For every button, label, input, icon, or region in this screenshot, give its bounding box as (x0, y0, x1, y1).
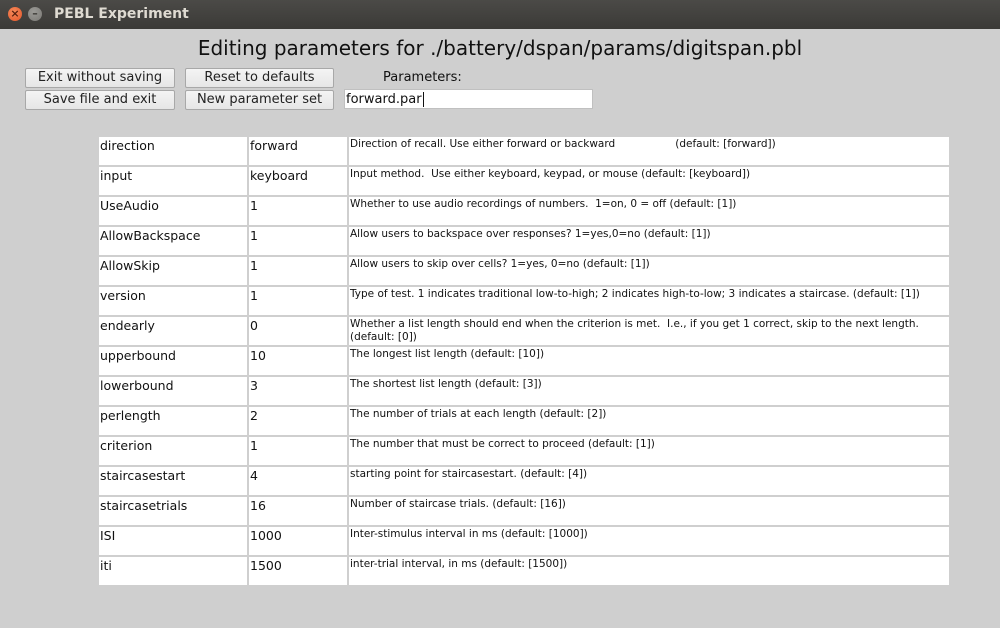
parameter-value-field[interactable]: keyboard (249, 167, 347, 195)
parameter-description: The longest list length (default: [10]) (349, 347, 949, 375)
parameter-value-field[interactable]: 0 (249, 317, 347, 345)
parameter-value-field[interactable]: 1 (249, 287, 347, 315)
parameter-row: iti 1500 inter-trial interval, in ms (defa… (99, 557, 949, 587)
parameter-name: lowerbound (99, 377, 247, 405)
parameter-file-input[interactable]: forward.par (344, 89, 593, 109)
page-title: Editing parameters for ./battery/dspan/p… (197, 36, 803, 60)
parameter-row: ISI 1000 Inter-stimulus interval in ms (de… (99, 527, 949, 557)
parameter-row: staircasestart 4 starting point for stairc… (99, 467, 949, 497)
parameter-name: direction (99, 137, 247, 165)
parameter-name: criterion (99, 437, 247, 465)
parameter-value-field[interactable]: 1 (249, 197, 347, 225)
exit-without-saving-button[interactable]: Exit without saving (25, 68, 175, 88)
parameter-row: perlength 2 The number of trials at each l… (99, 407, 949, 437)
parameter-description: The number that must be correct to proce… (349, 437, 949, 465)
parameter-row: AllowSkip 1 Allow users to skip over cells… (99, 257, 949, 287)
parameter-value-field[interactable]: 10 (249, 347, 347, 375)
parameter-row: input keyboard Input method. Use either ke… (99, 167, 949, 197)
window-title: PEBL Experiment (54, 6, 189, 22)
minimize-window-icon[interactable]: – (28, 7, 42, 21)
parameter-name: ISI (99, 527, 247, 555)
parameters-label: Parameters: (383, 70, 462, 85)
parameter-value-field[interactable]: 1 (249, 437, 347, 465)
parameter-name: input (99, 167, 247, 195)
parameter-description: Allow users to skip over cells? 1=yes, 0… (349, 257, 949, 285)
parameter-value-field[interactable]: 1 (249, 257, 347, 285)
parameter-description: Input method. Use either keyboard, keypa… (349, 167, 949, 195)
parameter-description: Number of staircase trials. (default: [1… (349, 497, 949, 525)
new-parameter-set-button[interactable]: New parameter set (185, 90, 334, 110)
parameter-name: iti (99, 557, 247, 585)
parameter-description: Allow users to backspace over responses?… (349, 227, 949, 255)
parameter-value-field[interactable]: 1500 (249, 557, 347, 585)
parameter-value-field[interactable]: 16 (249, 497, 347, 525)
parameter-description: Whether to use audio recordings of numbe… (349, 197, 949, 225)
parameter-row: direction forward Direction of recall. Use… (99, 137, 949, 167)
title-bar: × – PEBL Experiment (0, 0, 1000, 29)
parameter-row: staircasetrials 16 Number of staircase tri… (99, 497, 949, 527)
parameter-description: inter-trial interval, in ms (default: [1… (349, 557, 949, 585)
parameter-name: AllowSkip (99, 257, 247, 285)
parameter-row: lowerbound 3 The shortest list length (def… (99, 377, 949, 407)
parameter-value-field[interactable]: 1 (249, 227, 347, 255)
parameter-description: starting point for staircasestart. (defa… (349, 467, 949, 495)
parameter-description: The shortest list length (default: [3]) (349, 377, 949, 405)
parameter-name: upperbound (99, 347, 247, 375)
save-file-and-exit-button[interactable]: Save file and exit (25, 90, 175, 110)
parameter-value-field[interactable]: 1000 (249, 527, 347, 555)
parameter-file-value: forward.par (346, 92, 422, 107)
parameter-name: staircasestart (99, 467, 247, 495)
text-caret (422, 92, 424, 107)
parameter-description: The number of trials at each length (def… (349, 407, 949, 435)
parameter-name: version (99, 287, 247, 315)
parameter-name: staircasetrials (99, 497, 247, 525)
parameter-description: Direction of recall. Use either forward … (349, 137, 949, 165)
parameter-description: Whether a list length should end when th… (349, 317, 949, 345)
parameter-description: Inter-stimulus interval in ms (default: … (349, 527, 949, 555)
parameter-value-field[interactable]: 3 (249, 377, 347, 405)
close-window-icon[interactable]: × (8, 7, 22, 21)
parameter-name: UseAudio (99, 197, 247, 225)
parameter-value-field[interactable]: 2 (249, 407, 347, 435)
parameter-row: criterion 1 The number that must be correc… (99, 437, 949, 467)
parameter-row: version 1 Type of test. 1 indicates tradit… (99, 287, 949, 317)
reset-to-defaults-button[interactable]: Reset to defaults (185, 68, 334, 88)
parameter-value-field[interactable]: forward (249, 137, 347, 165)
parameter-description: Type of test. 1 indicates traditional lo… (349, 287, 949, 315)
parameter-name: AllowBackspace (99, 227, 247, 255)
parameter-value-field[interactable]: 4 (249, 467, 347, 495)
parameter-row: upperbound 10 The longest list length (def… (99, 347, 949, 377)
parameter-name: endearly (99, 317, 247, 345)
parameter-row: AllowBackspace 1 Allow users to backspace … (99, 227, 949, 257)
parameter-name: perlength (99, 407, 247, 435)
parameter-row: endearly 0 Whether a list length should en… (99, 317, 949, 347)
parameter-row: UseAudio 1 Whether to use audio recordings… (99, 197, 949, 227)
parameter-table: direction forward Direction of recall. Use… (99, 137, 949, 587)
